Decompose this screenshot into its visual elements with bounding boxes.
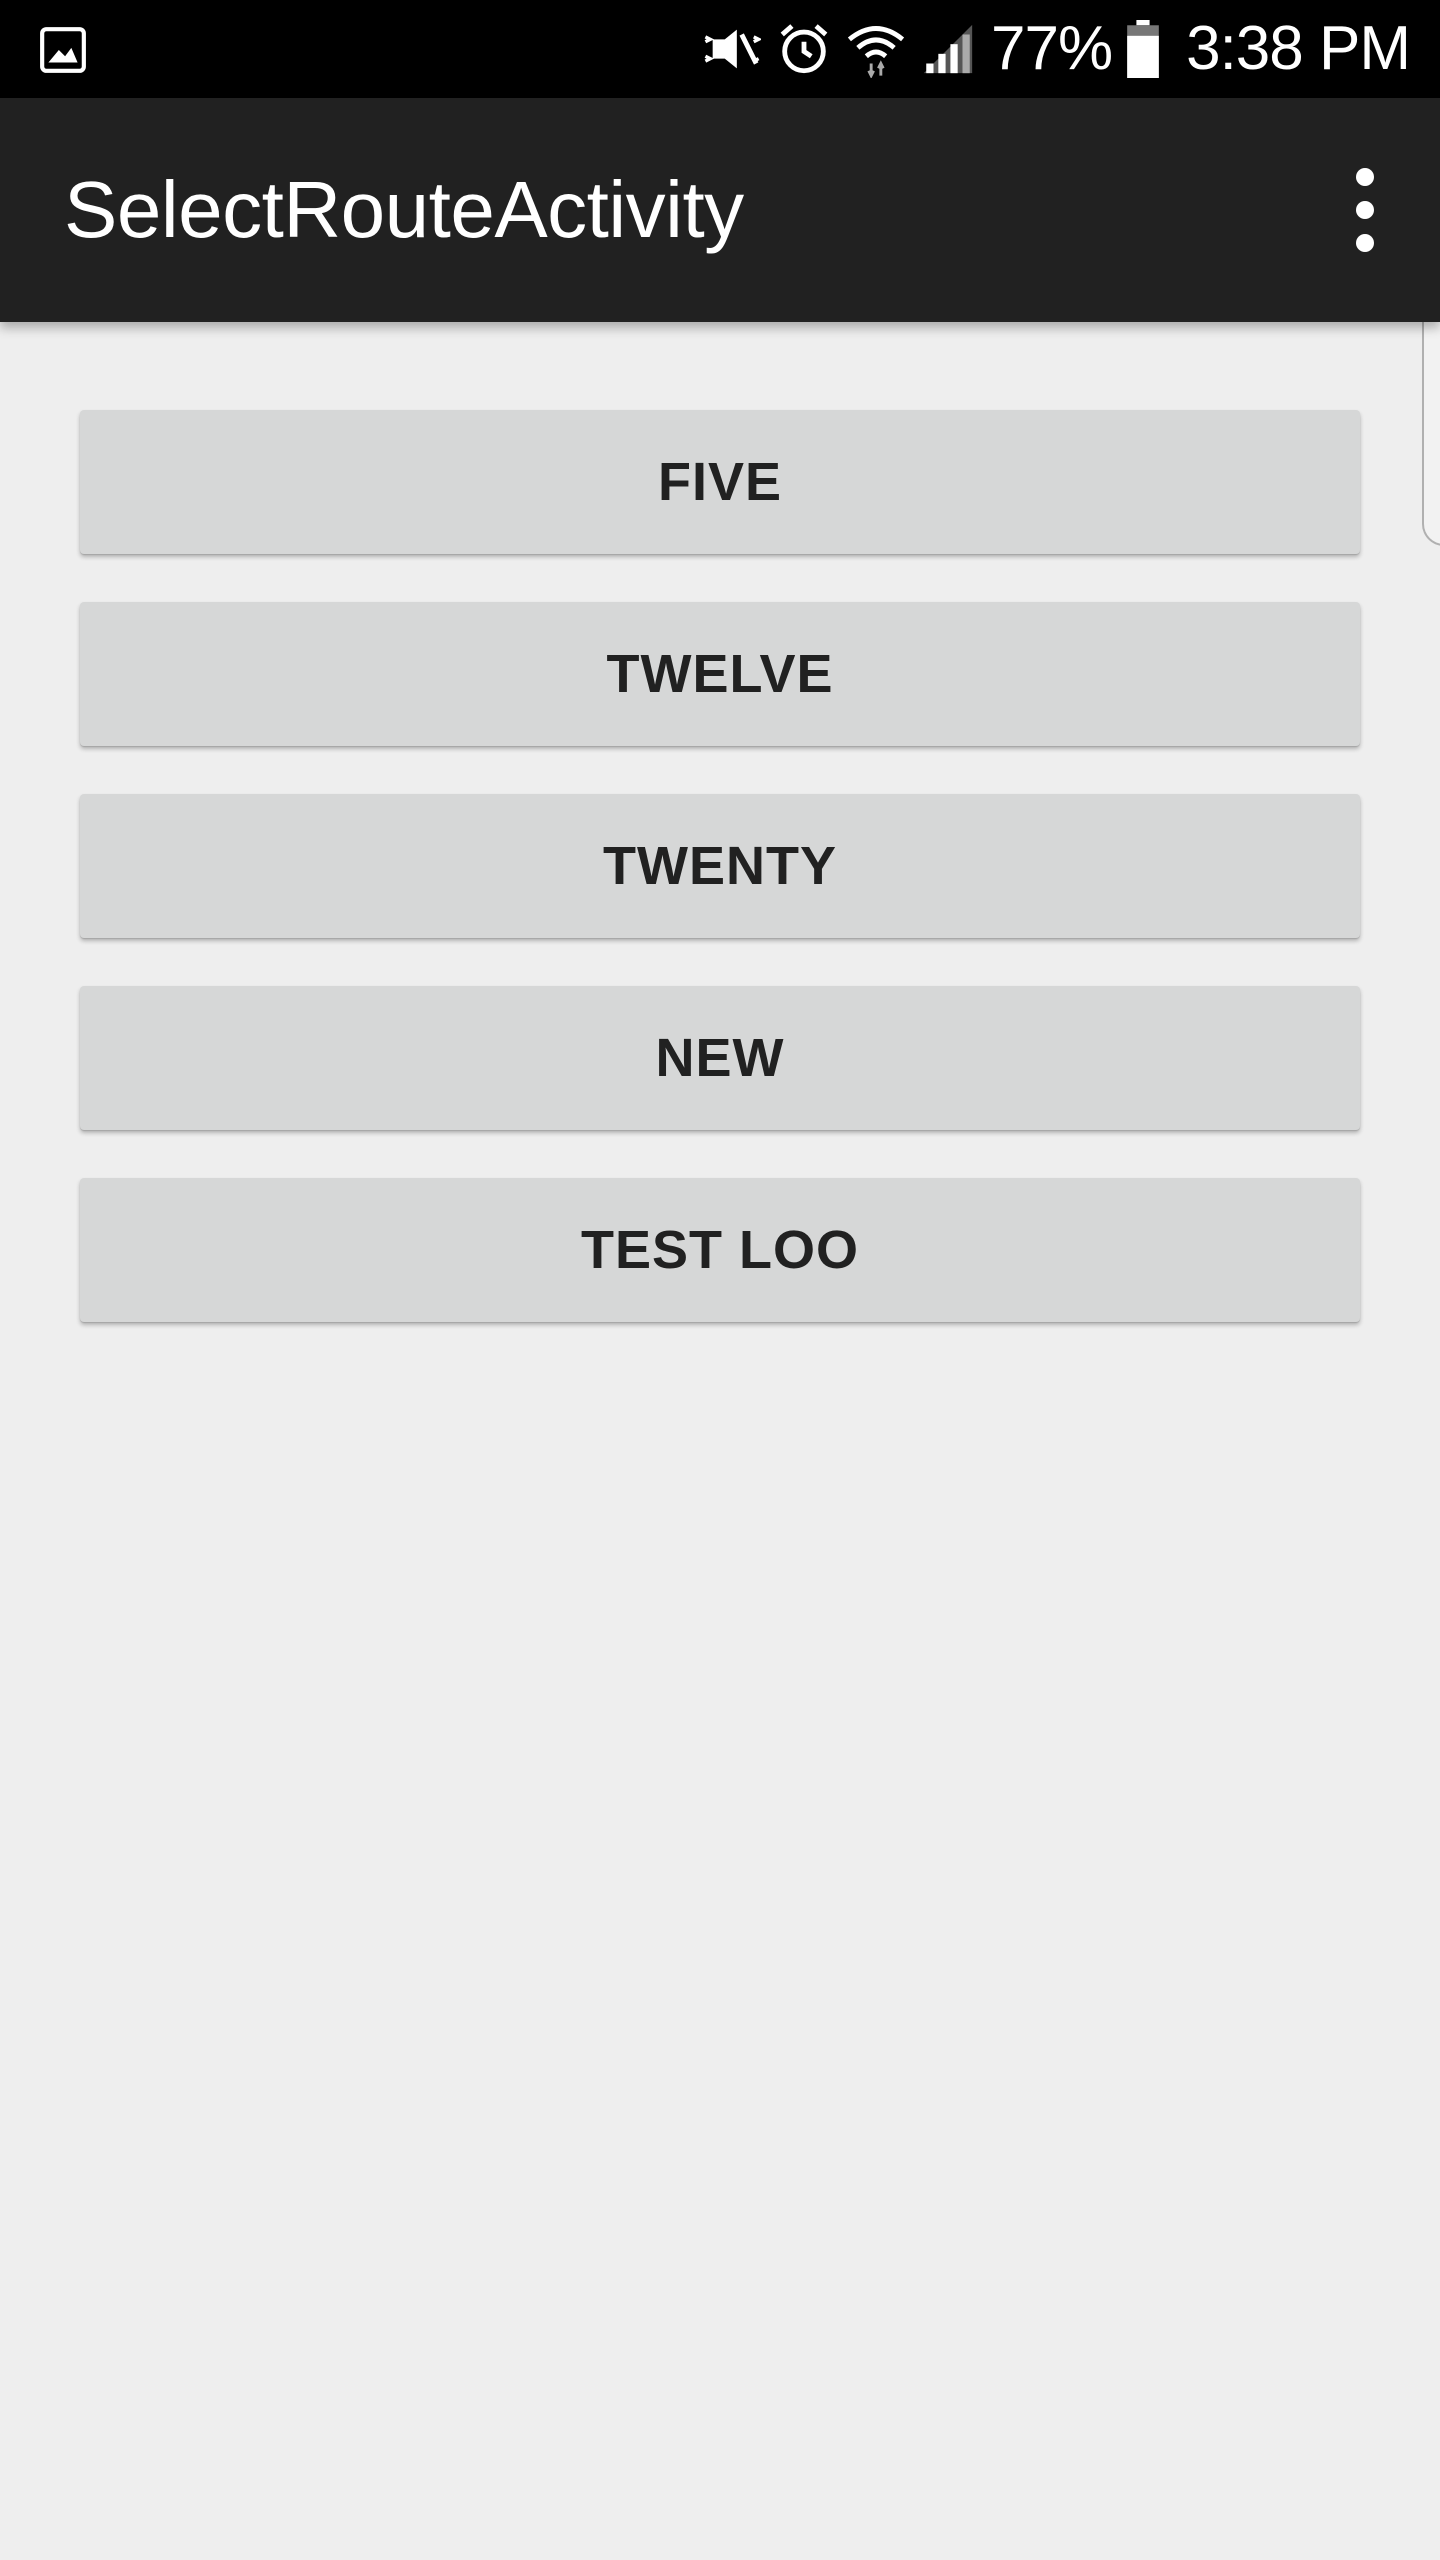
route-button-test-loo[interactable]: TEST LOO	[80, 1178, 1360, 1322]
more-vert-icon[interactable]	[1330, 168, 1400, 252]
gallery-icon	[38, 25, 88, 75]
route-button-new[interactable]: NEW	[80, 986, 1360, 1130]
menu-dot	[1356, 234, 1374, 252]
battery-icon	[1126, 20, 1160, 78]
page-title: SelectRouteActivity	[64, 165, 744, 254]
status-bar: 77% 3:38 PM	[0, 0, 1440, 98]
vibrate-mute-icon	[703, 20, 763, 78]
action-bar: SelectRouteActivity	[0, 98, 1440, 322]
wifi-icon	[847, 20, 905, 79]
route-button-twenty[interactable]: TWENTY	[80, 794, 1360, 938]
battery-percent: 77%	[991, 14, 1113, 83]
route-button-five[interactable]: FIVE	[80, 410, 1360, 554]
signal-icon	[919, 20, 977, 78]
menu-dot	[1356, 168, 1374, 186]
alarm-icon	[775, 20, 833, 78]
menu-dot	[1356, 201, 1374, 219]
route-button-twelve[interactable]: TWELVE	[80, 602, 1360, 746]
status-clock: 3:38 PM	[1186, 14, 1411, 83]
